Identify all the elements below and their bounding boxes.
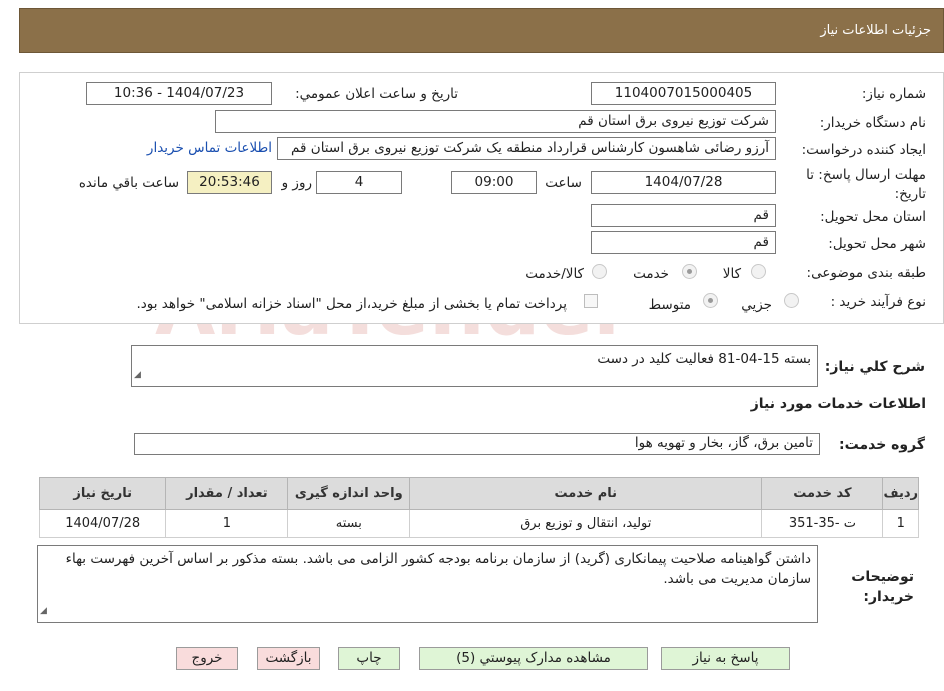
resize-grip-icon[interactable]: ◢ [134, 365, 141, 385]
category-option-goods: کالا [722, 266, 741, 282]
process-label: نوع فرآیند خرید : [830, 294, 926, 310]
reply-button[interactable]: پاسخ به نیاز [661, 647, 790, 670]
services-section-title: اطلاعات خدمات مورد نیاز [750, 396, 926, 412]
days-label: روز و [281, 175, 312, 191]
service-group-field: تامین برق، گاز، بخار و تهویه هوا [134, 433, 820, 455]
summary-label: شرح کلي نیاز: [824, 359, 925, 375]
table-row: 1 ت -35-351 تولید، انتقال و توزیع برق بس… [38, 509, 919, 538]
cell-unit: بسته [287, 509, 411, 538]
col-header-service-code: کد خدمت [761, 477, 884, 510]
summary-text: بسته 15-04-81 فعالیت کلید در دست [597, 351, 811, 367]
announce-label: تاریخ و ساعت اعلان عمومي: [295, 86, 458, 102]
resize-grip-icon[interactable]: ◢ [40, 601, 47, 621]
creator-field: آرزو رضائی شاهسون کارشناس قرارداد منطقه … [277, 137, 776, 160]
page-header: جزئیات اطلاعات نیاز [19, 8, 944, 53]
buyer-notes-text: داشتن گواهینامه صلاحیت پیمانکاری (گرید) … [65, 551, 811, 587]
summary-textarea[interactable]: بسته 15-04-81 فعالیت کلید در دست ◢ [131, 345, 818, 387]
cell-quantity: 1 [165, 509, 289, 538]
col-header-need-date: تاریخ نیاز [38, 477, 167, 510]
city-label: شهر محل تحویل: [828, 236, 926, 252]
services-table: ردیف کد خدمت نام خدمت واحد اندازه گیری ت… [38, 477, 919, 538]
buyer-notes-textarea[interactable]: داشتن گواهینامه صلاحیت پیمانکاری (گرید) … [37, 545, 818, 623]
buyer-org-field: شرکت توزیع نیروی برق استان قم [215, 110, 776, 133]
cell-need-date: 1404/07/28 [38, 509, 167, 538]
days-field: 4 [316, 171, 402, 194]
category-radio-goods[interactable] [751, 264, 766, 279]
category-radio-goods-service[interactable] [592, 264, 607, 279]
process-radio-minor[interactable] [784, 293, 799, 308]
buyer-notes-label: توضیحات خریدار: [851, 569, 914, 605]
view-attachments-button[interactable]: مشاهده مدارک پیوستي (5) [419, 647, 648, 670]
need-number-label: شماره نیاز: [861, 86, 926, 102]
print-button[interactable]: چاپ [338, 647, 400, 670]
service-group-label: گروه خدمت: [839, 437, 925, 453]
buyer-contact-link[interactable]: اطلاعات تماس خریدار [147, 140, 272, 156]
province-field: قم [591, 204, 776, 227]
page-title: جزئیات اطلاعات نیاز [820, 23, 931, 38]
back-button[interactable]: بازگشت [257, 647, 320, 670]
cell-service-code: ت -35-351 [761, 509, 884, 538]
cell-row-number: 1 [882, 509, 919, 538]
col-header-row-number: ردیف [882, 477, 919, 510]
col-header-unit: واحد اندازه گیری [287, 477, 411, 510]
payment-note: پرداخت تمام یا بخشی از مبلغ خرید،از محل … [136, 296, 567, 312]
deadline-time-label: ساعت [545, 175, 582, 191]
treasury-checkbox[interactable] [584, 294, 598, 308]
process-radio-medium[interactable] [703, 293, 718, 308]
table-header-row: ردیف کد خدمت نام خدمت واحد اندازه گیری ت… [38, 477, 919, 510]
col-header-quantity: تعداد / مقدار [165, 477, 289, 510]
category-option-goods-service: کالا/خدمت [525, 266, 584, 282]
exit-button[interactable]: خروج [176, 647, 238, 670]
deadline-date-field: 1404/07/28 [591, 171, 776, 194]
buyer-org-label: نام دستگاه خریدار: [819, 115, 926, 131]
category-radio-service[interactable] [682, 264, 697, 279]
province-label: استان محل تحویل: [820, 209, 926, 225]
category-option-service: خدمت [633, 266, 669, 282]
need-number-field: 1104007015000405 [591, 82, 776, 105]
deadline-label: مهلت ارسال پاسخ: تا تاریخ: [806, 167, 926, 202]
process-option-medium: متوسط [648, 297, 691, 313]
col-header-service-name: نام خدمت [409, 477, 763, 510]
category-label: طبقه بندی موضوعی: [806, 265, 926, 281]
deadline-time-field: 09:00 [451, 171, 537, 194]
creator-label: ایجاد کننده درخواست: [801, 142, 926, 158]
city-field: قم [591, 231, 776, 254]
remaining-time-field: 20:53:46 [187, 171, 272, 194]
announce-field: 1404/07/23 - 10:36 [86, 82, 272, 105]
process-option-minor: جزیي [741, 297, 772, 313]
remaining-label: ساعت باقي مانده [78, 175, 179, 191]
cell-service-name: تولید، انتقال و توزیع برق [409, 509, 763, 538]
